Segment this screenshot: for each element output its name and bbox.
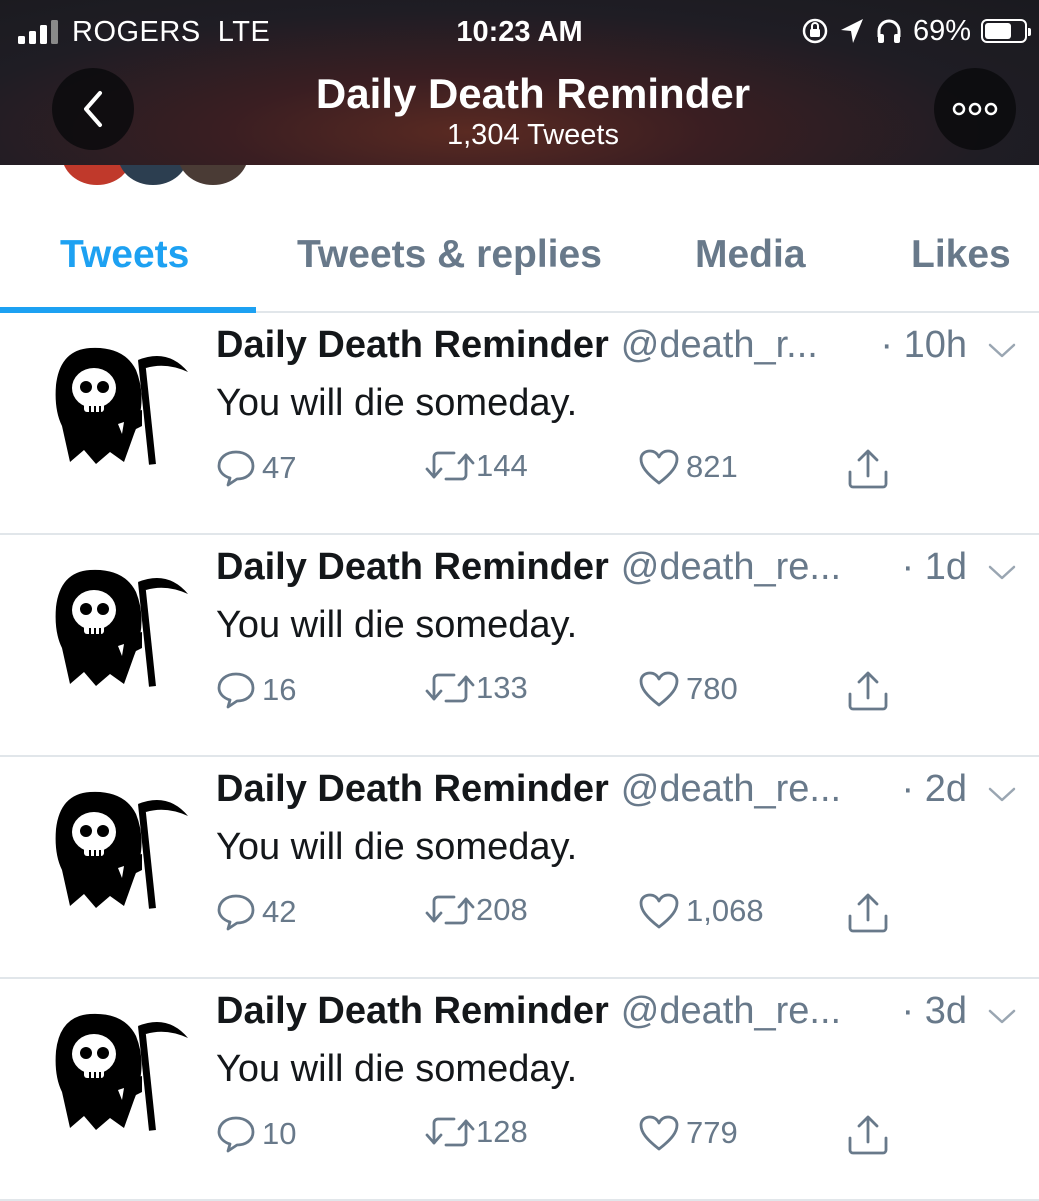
tweet-header: Daily Death Reminder @death_re... — [216, 990, 841, 1033]
reply-count: 16 — [262, 672, 297, 707]
retweet-icon — [425, 673, 475, 703]
follower-avatar — [118, 165, 188, 185]
chevron-down-icon[interactable] — [987, 564, 1017, 582]
more-dots-icon — [952, 102, 998, 116]
reply-button[interactable]: 42 — [216, 892, 296, 932]
tweet-timestamp[interactable]: · 1d — [902, 546, 967, 589]
like-count: 1,068 — [686, 893, 764, 928]
tweet-author-handle[interactable]: @death_re... — [621, 768, 841, 810]
tweet[interactable]: Daily Death Reminder @death_r... · 10h Yo… — [0, 312, 1039, 535]
tweet[interactable]: Daily Death Reminder @death_re... · 3d Yo… — [0, 978, 1039, 1201]
share-icon — [848, 893, 888, 933]
heart-icon — [639, 671, 679, 707]
tab-tweets-and-replies[interactable]: Tweets & replies — [297, 233, 602, 277]
tweet-text: You will die someday. — [216, 826, 578, 868]
tweet-timestamp[interactable]: · 3d — [902, 990, 967, 1033]
tweet-author-name[interactable]: Daily Death Reminder — [216, 768, 609, 810]
share-icon — [848, 449, 888, 489]
heart-icon — [639, 449, 679, 485]
tweet-header: Daily Death Reminder @death_re... — [216, 768, 841, 811]
like-button[interactable]: 780 — [638, 670, 738, 708]
retweet-icon — [425, 895, 475, 925]
profile-header: ROGERS LTE 10:23 AM 69% Daily Death Remi… — [0, 0, 1039, 165]
like-button[interactable]: 1,068 — [638, 892, 764, 930]
share-icon — [848, 671, 888, 711]
like-count: 780 — [686, 671, 738, 706]
tweet-author-handle[interactable]: @death_re... — [621, 546, 841, 588]
tweet-text: You will die someday. — [216, 604, 578, 646]
reply-icon — [217, 1116, 255, 1153]
like-button[interactable]: 821 — [638, 448, 738, 486]
grim-reaper-avatar[interactable] — [50, 552, 190, 692]
header-title-block: Daily Death Reminder 1,304 Tweets — [0, 70, 1039, 152]
tweet-author-handle[interactable]: @death_r... — [621, 324, 818, 366]
reply-button[interactable]: 47 — [216, 448, 296, 488]
tweet-header: Daily Death Reminder @death_re... — [216, 546, 841, 589]
retweet-button[interactable]: 133 — [424, 670, 528, 706]
tweet-author-handle[interactable]: @death_re... — [621, 990, 841, 1032]
retweet-count: 133 — [476, 670, 528, 705]
retweet-count: 128 — [476, 1114, 528, 1149]
reply-icon — [217, 894, 255, 931]
reply-button[interactable]: 16 — [216, 670, 296, 710]
retweet-button[interactable]: 208 — [424, 892, 528, 928]
tweet-count: 1,304 Tweets — [447, 119, 619, 151]
share-button[interactable] — [846, 1114, 890, 1156]
grim-reaper-avatar[interactable] — [50, 996, 190, 1136]
tweet-author-name[interactable]: Daily Death Reminder — [216, 324, 609, 366]
headphones-icon — [877, 19, 901, 43]
like-count: 779 — [686, 1115, 738, 1150]
chevron-down-icon[interactable] — [987, 342, 1017, 360]
followers-preview — [0, 165, 1039, 185]
battery-percent: 69% — [912, 14, 971, 47]
share-icon — [848, 1115, 888, 1155]
retweet-count: 208 — [476, 892, 528, 927]
grim-reaper-avatar[interactable] — [50, 774, 190, 914]
tweet-author-name[interactable]: Daily Death Reminder — [216, 546, 609, 588]
heart-icon — [639, 893, 679, 929]
grim-reaper-avatar[interactable] — [50, 330, 190, 470]
retweet-icon — [425, 451, 475, 481]
tweet[interactable]: Daily Death Reminder @death_re... · 2d Yo… — [0, 756, 1039, 979]
tweet-text: You will die someday. — [216, 382, 578, 424]
location-arrow-icon — [840, 19, 863, 43]
chevron-down-icon[interactable] — [987, 1008, 1017, 1026]
retweet-count: 144 — [476, 448, 528, 483]
share-button[interactable] — [846, 892, 890, 934]
follower-avatar — [178, 165, 248, 185]
tab-tweets[interactable]: Tweets — [60, 233, 189, 277]
orientation-lock-icon — [802, 18, 828, 44]
retweet-button[interactable]: 144 — [424, 448, 528, 484]
tweet-author-name[interactable]: Daily Death Reminder — [216, 990, 609, 1032]
reply-button[interactable]: 10 — [216, 1114, 296, 1154]
tab-likes[interactable]: Likes — [911, 233, 1011, 277]
like-count: 821 — [686, 449, 738, 484]
page-title: Daily Death Reminder — [315, 70, 751, 117]
reply-icon — [217, 672, 255, 709]
profile-tabs: Tweets Tweets & replies Media Likes — [0, 215, 1039, 313]
tweet-header: Daily Death Reminder @death_r... — [216, 324, 818, 367]
retweet-icon — [425, 1117, 475, 1147]
like-button[interactable]: 779 — [638, 1114, 738, 1152]
reply-count: 10 — [262, 1116, 297, 1151]
more-button[interactable] — [934, 68, 1016, 150]
tweet-text: You will die someday. — [216, 1048, 578, 1090]
share-button[interactable] — [846, 448, 890, 490]
chevron-down-icon[interactable] — [987, 786, 1017, 804]
battery-icon — [981, 19, 1031, 43]
reply-icon — [217, 450, 255, 487]
tweet-timestamp[interactable]: · 2d — [902, 768, 967, 811]
reply-count: 42 — [262, 894, 297, 929]
retweet-button[interactable]: 128 — [424, 1114, 528, 1150]
share-button[interactable] — [846, 670, 890, 712]
heart-icon — [639, 1115, 679, 1151]
tweet-timestamp[interactable]: · 10h — [880, 324, 967, 367]
tweet[interactable]: Daily Death Reminder @death_re... · 1d Yo… — [0, 534, 1039, 757]
status-bar: ROGERS LTE 10:23 AM 69% — [0, 8, 1039, 48]
tab-media[interactable]: Media — [695, 233, 806, 277]
reply-count: 47 — [262, 450, 297, 485]
